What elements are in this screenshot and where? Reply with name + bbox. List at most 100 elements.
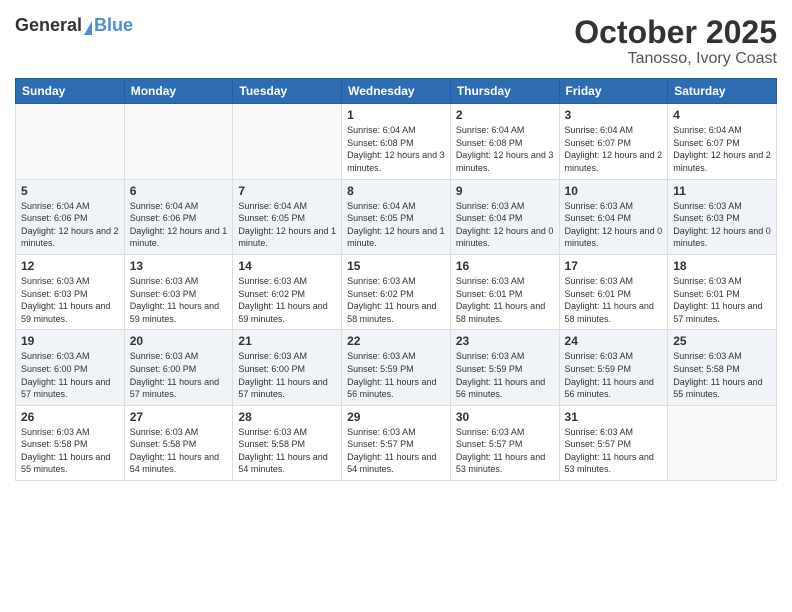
title-section: October 2025 Tanosso, Ivory Coast (574, 15, 777, 68)
table-row: 9 Sunrise: 6:03 AM Sunset: 6:04 PM Daylig… (450, 179, 559, 254)
table-row: 30 Sunrise: 6:03 AM Sunset: 5:57 PM Dayli… (450, 405, 559, 480)
header-wednesday: Wednesday (342, 79, 451, 104)
table-row: 6 Sunrise: 6:04 AM Sunset: 6:06 PM Daylig… (124, 179, 233, 254)
table-row (16, 104, 125, 179)
logo-general-text: General (15, 15, 82, 36)
table-row: 8 Sunrise: 6:04 AM Sunset: 6:05 PM Daylig… (342, 179, 451, 254)
table-row: 7 Sunrise: 6:04 AM Sunset: 6:05 PM Daylig… (233, 179, 342, 254)
day-number: 31 (565, 410, 663, 424)
table-row: 29Sunrise: 6:03 AM Sunset: 5:57 PM Dayli… (342, 405, 451, 480)
table-row (233, 104, 342, 179)
day-info: Sunrise: 6:03 AM Sunset: 6:02 PM Dayligh… (347, 275, 445, 325)
day-info: Sunrise: 6:03 AM Sunset: 5:59 PM Dayligh… (456, 350, 554, 400)
day-number: 11 (673, 184, 771, 198)
day-info: Sunrise: 6:03 AM Sunset: 5:58 PM Dayligh… (130, 426, 228, 476)
day-info: Sunrise: 6:03 AM Sunset: 6:02 PM Dayligh… (238, 275, 336, 325)
table-row: 24 Sunrise: 6:03 AM Sunset: 5:59 PM Dayli… (559, 330, 668, 405)
day-number: 18 (673, 259, 771, 273)
table-row: 11 Sunrise: 6:03 AM Sunset: 6:03 PM Dayli… (668, 179, 777, 254)
day-number: 7 (238, 184, 336, 198)
day-info: Sunrise: 6:03 AM Sunset: 6:03 PM Dayligh… (130, 275, 228, 325)
day-info: Sunrise: 6:03 AM Sunset: 6:00 PM Dayligh… (238, 350, 336, 400)
day-number: 3 (565, 108, 663, 122)
day-number: 28 (238, 410, 336, 424)
calendar-week-row: 1 Sunrise: 6:04 AM Sunset: 6:08 PM Daylig… (16, 104, 777, 179)
table-row: 3Sunrise: 6:04 AM Sunset: 6:07 PM Daylig… (559, 104, 668, 179)
day-number: 19 (21, 334, 119, 348)
day-number: 26 (21, 410, 119, 424)
day-number: 4 (673, 108, 771, 122)
header-monday: Monday (124, 79, 233, 104)
day-number: 5 (21, 184, 119, 198)
day-number: 21 (238, 334, 336, 348)
day-number: 17 (565, 259, 663, 273)
header-sunday: Sunday (16, 79, 125, 104)
calendar-container: General Blue October 2025 Tanosso, Ivory… (0, 0, 792, 491)
day-info: Sunrise: 6:04 AM Sunset: 6:05 PM Dayligh… (347, 200, 445, 250)
table-row: 2 Sunrise: 6:04 AM Sunset: 6:08 PM Daylig… (450, 104, 559, 179)
table-row: 18 Sunrise: 6:03 AM Sunset: 6:01 PM Dayli… (668, 254, 777, 329)
month-title: October 2025 (574, 15, 777, 50)
day-info: Sunrise: 6:03 AM Sunset: 6:04 PM Dayligh… (456, 200, 554, 250)
table-row: 12 Sunrise: 6:03 AM Sunset: 6:03 PM Dayli… (16, 254, 125, 329)
day-number: 8 (347, 184, 445, 198)
table-row: 16Sunrise: 6:03 AM Sunset: 6:01 PM Dayli… (450, 254, 559, 329)
table-row: 1Sunrise: 6:04 AM Sunset: 6:08 PM Daylig… (342, 104, 451, 179)
day-info: Sunrise: 6:03 AM Sunset: 5:59 PM Dayligh… (565, 350, 663, 400)
day-info: Sunrise: 6:03 AM Sunset: 6:00 PM Dayligh… (21, 350, 119, 400)
day-number: 23 (456, 334, 554, 348)
day-info: Sunrise: 6:03 AM Sunset: 5:57 PM Dayligh… (456, 426, 554, 476)
header: General Blue October 2025 Tanosso, Ivory… (15, 15, 777, 68)
day-info: Sunrise: 6:03 AM Sunset: 5:58 PM Dayligh… (673, 350, 771, 400)
day-info: Sunrise: 6:04 AM Sunset: 6:08 PM Dayligh… (456, 124, 554, 174)
day-info: Sunrise: 6:03 AM Sunset: 6:01 PM Dayligh… (673, 275, 771, 325)
day-number: 9 (456, 184, 554, 198)
table-row: 4 Sunrise: 6:04 AM Sunset: 6:07 PM Daylig… (668, 104, 777, 179)
table-row (124, 104, 233, 179)
day-info: Sunrise: 6:03 AM Sunset: 5:58 PM Dayligh… (21, 426, 119, 476)
table-row: 5 Sunrise: 6:04 AM Sunset: 6:06 PM Daylig… (16, 179, 125, 254)
calendar-week-row: 5 Sunrise: 6:04 AM Sunset: 6:06 PM Daylig… (16, 179, 777, 254)
day-number: 1 (347, 108, 445, 122)
calendar-week-row: 26 Sunrise: 6:03 AM Sunset: 5:58 PM Dayli… (16, 405, 777, 480)
day-number: 24 (565, 334, 663, 348)
day-number: 2 (456, 108, 554, 122)
weekday-header-row: Sunday Monday Tuesday Wednesday Thursday… (16, 79, 777, 104)
day-info: Sunrise: 6:04 AM Sunset: 6:05 PM Dayligh… (238, 200, 336, 250)
day-number: 30 (456, 410, 554, 424)
table-row: 14 Sunrise: 6:03 AM Sunset: 6:02 PM Dayli… (233, 254, 342, 329)
table-row: 19 Sunrise: 6:03 AM Sunset: 6:00 PM Dayli… (16, 330, 125, 405)
day-info: Sunrise: 6:03 AM Sunset: 6:03 PM Dayligh… (673, 200, 771, 250)
day-number: 10 (565, 184, 663, 198)
day-number: 27 (130, 410, 228, 424)
header-thursday: Thursday (450, 79, 559, 104)
day-number: 6 (130, 184, 228, 198)
day-info: Sunrise: 6:03 AM Sunset: 5:57 PM Dayligh… (565, 426, 663, 476)
day-info: Sunrise: 6:04 AM Sunset: 6:06 PM Dayligh… (130, 200, 228, 250)
day-info: Sunrise: 6:04 AM Sunset: 6:07 PM Dayligh… (673, 124, 771, 174)
day-number: 25 (673, 334, 771, 348)
day-number: 15 (347, 259, 445, 273)
day-number: 14 (238, 259, 336, 273)
location-title: Tanosso, Ivory Coast (574, 50, 777, 68)
logo-icon (84, 21, 92, 35)
table-row: 26 Sunrise: 6:03 AM Sunset: 5:58 PM Dayli… (16, 405, 125, 480)
day-info: Sunrise: 6:03 AM Sunset: 6:03 PM Dayligh… (21, 275, 119, 325)
day-info: Sunrise: 6:04 AM Sunset: 6:06 PM Dayligh… (21, 200, 119, 250)
day-info: Sunrise: 6:03 AM Sunset: 5:59 PM Dayligh… (347, 350, 445, 400)
calendar-week-row: 19 Sunrise: 6:03 AM Sunset: 6:00 PM Dayli… (16, 330, 777, 405)
table-row: 10Sunrise: 6:03 AM Sunset: 6:04 PM Dayli… (559, 179, 668, 254)
calendar-table: Sunday Monday Tuesday Wednesday Thursday… (15, 78, 777, 481)
table-row: 27 Sunrise: 6:03 AM Sunset: 5:58 PM Dayli… (124, 405, 233, 480)
day-number: 20 (130, 334, 228, 348)
header-tuesday: Tuesday (233, 79, 342, 104)
table-row: 28Sunrise: 6:03 AM Sunset: 5:58 PM Dayli… (233, 405, 342, 480)
day-info: Sunrise: 6:03 AM Sunset: 6:01 PM Dayligh… (565, 275, 663, 325)
header-friday: Friday (559, 79, 668, 104)
table-row: 15 Sunrise: 6:03 AM Sunset: 6:02 PM Dayli… (342, 254, 451, 329)
table-row: 22Sunrise: 6:03 AM Sunset: 5:59 PM Dayli… (342, 330, 451, 405)
table-row: 23 Sunrise: 6:03 AM Sunset: 5:59 PM Dayli… (450, 330, 559, 405)
calendar-week-row: 12 Sunrise: 6:03 AM Sunset: 6:03 PM Dayli… (16, 254, 777, 329)
table-row: 20Sunrise: 6:03 AM Sunset: 6:00 PM Dayli… (124, 330, 233, 405)
day-number: 12 (21, 259, 119, 273)
